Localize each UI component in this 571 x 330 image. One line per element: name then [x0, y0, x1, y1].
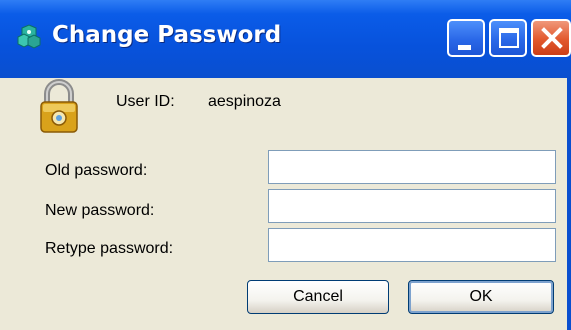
user-id-value: aespinoza	[208, 93, 281, 110]
app-icon	[17, 24, 41, 49]
retype-password-label: Retype password:	[45, 240, 174, 257]
ok-button[interactable]: OK	[408, 280, 554, 314]
lock-icon	[40, 79, 78, 133]
new-password-field[interactable]	[268, 189, 556, 223]
user-id-label: User ID:	[116, 93, 175, 110]
dialog-body: User ID: aespinoza Old password: New pas…	[0, 78, 567, 330]
change-password-window: Change Password User ID: aespinoza Old p…	[0, 0, 571, 330]
window-border	[567, 78, 571, 330]
minimize-icon	[458, 45, 471, 50]
maximize-button[interactable]	[489, 19, 527, 57]
minimize-button[interactable]	[447, 19, 485, 57]
new-password-label: New password:	[45, 202, 155, 219]
old-password-label: Old password:	[45, 162, 148, 179]
retype-password-field[interactable]	[268, 228, 556, 262]
old-password-field[interactable]	[268, 150, 556, 184]
window-title: Change Password	[52, 22, 282, 48]
cancel-button[interactable]: Cancel	[247, 280, 389, 314]
maximize-icon	[499, 28, 519, 48]
title-bar[interactable]: Change Password	[0, 0, 571, 78]
close-button[interactable]	[531, 19, 571, 57]
close-icon	[541, 27, 563, 49]
